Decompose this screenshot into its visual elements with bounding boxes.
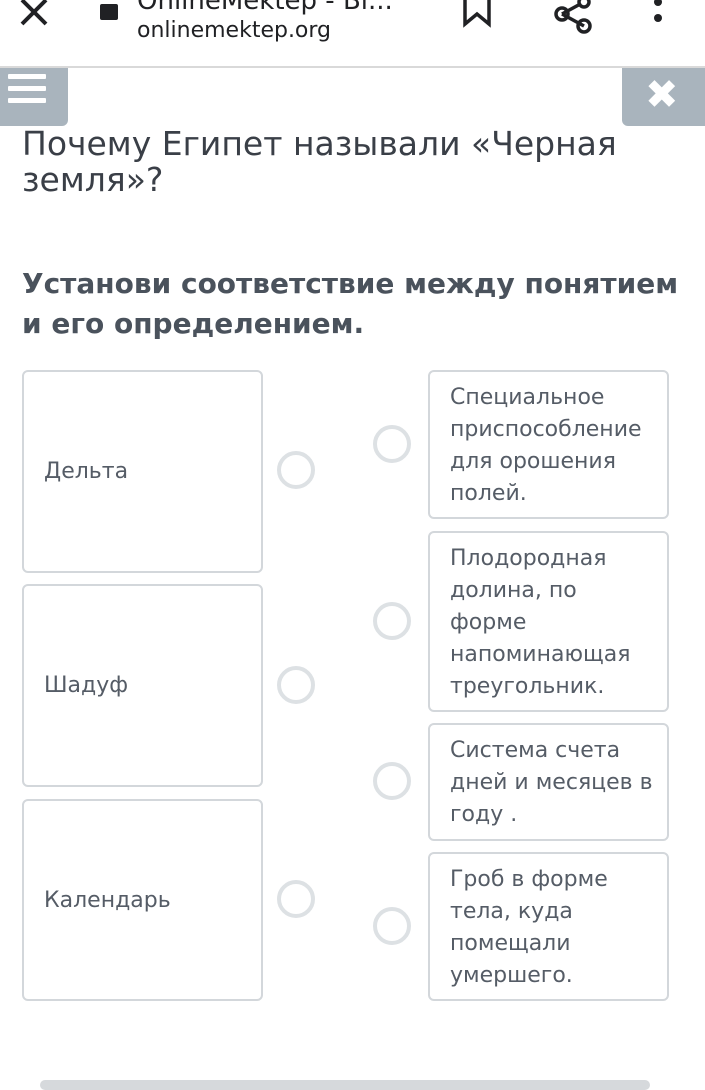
bottom-bar[interactable] [40, 1080, 650, 1090]
bookmark-icon[interactable] [460, 0, 494, 30]
menu-button[interactable] [0, 68, 68, 126]
term-card-delta[interactable]: Дельта [22, 370, 263, 573]
definition-label: Специальное приспособление для орошения … [450, 385, 642, 506]
definition-connector-radio[interactable] [373, 907, 411, 945]
term-label: Шадуф [44, 673, 129, 698]
browser-toolbar: OnlineMektep - Bi... onlinemektep.org [0, 0, 705, 68]
definition-connector-radio[interactable] [373, 762, 411, 800]
share-icon[interactable] [552, 0, 594, 34]
definition-connector-radio[interactable] [373, 602, 411, 640]
term-connector-radio[interactable] [277, 666, 315, 704]
definition-label: Гроб в форме тела, куда помещали умершег… [450, 867, 608, 988]
close-icon[interactable] [14, 0, 54, 32]
definition-label: Плодородная долина, по форме напоминающа… [450, 546, 631, 699]
page-title: OnlineMektep - Bi... [137, 0, 393, 16]
url-text[interactable]: onlinemektep.org [137, 18, 331, 43]
term-card-shaduf[interactable]: Шадуф [22, 584, 263, 787]
quiz-close-button[interactable]: ✖ [622, 68, 705, 126]
term-connector-radio[interactable] [277, 451, 315, 489]
definition-card[interactable]: Гроб в форме тела, куда помещали умершег… [428, 852, 669, 1001]
term-connector-radio[interactable] [277, 880, 315, 918]
term-label: Дельта [44, 459, 129, 484]
definition-card[interactable]: Специальное приспособление для орошения … [428, 370, 669, 519]
more-vert-icon[interactable] [646, 0, 670, 34]
question-title: Почему Египет называли «Черная земля»? [22, 124, 617, 199]
lock-icon [100, 4, 118, 20]
definition-connector-radio[interactable] [373, 425, 411, 463]
close-icon: ✖ [645, 73, 679, 117]
definition-card[interactable]: Система счета дней и месяцев в году . [428, 723, 669, 841]
instruction-text: Установи соответствие между понятием и е… [22, 267, 679, 340]
term-card-calendar[interactable]: Календарь [22, 799, 263, 1001]
hamburger-menu-icon [8, 74, 46, 79]
term-label: Календарь [44, 887, 171, 913]
definition-label: Система счета дней и месяцев в году . [450, 738, 653, 827]
definition-card[interactable]: Плодородная долина, по форме напоминающа… [428, 531, 669, 712]
